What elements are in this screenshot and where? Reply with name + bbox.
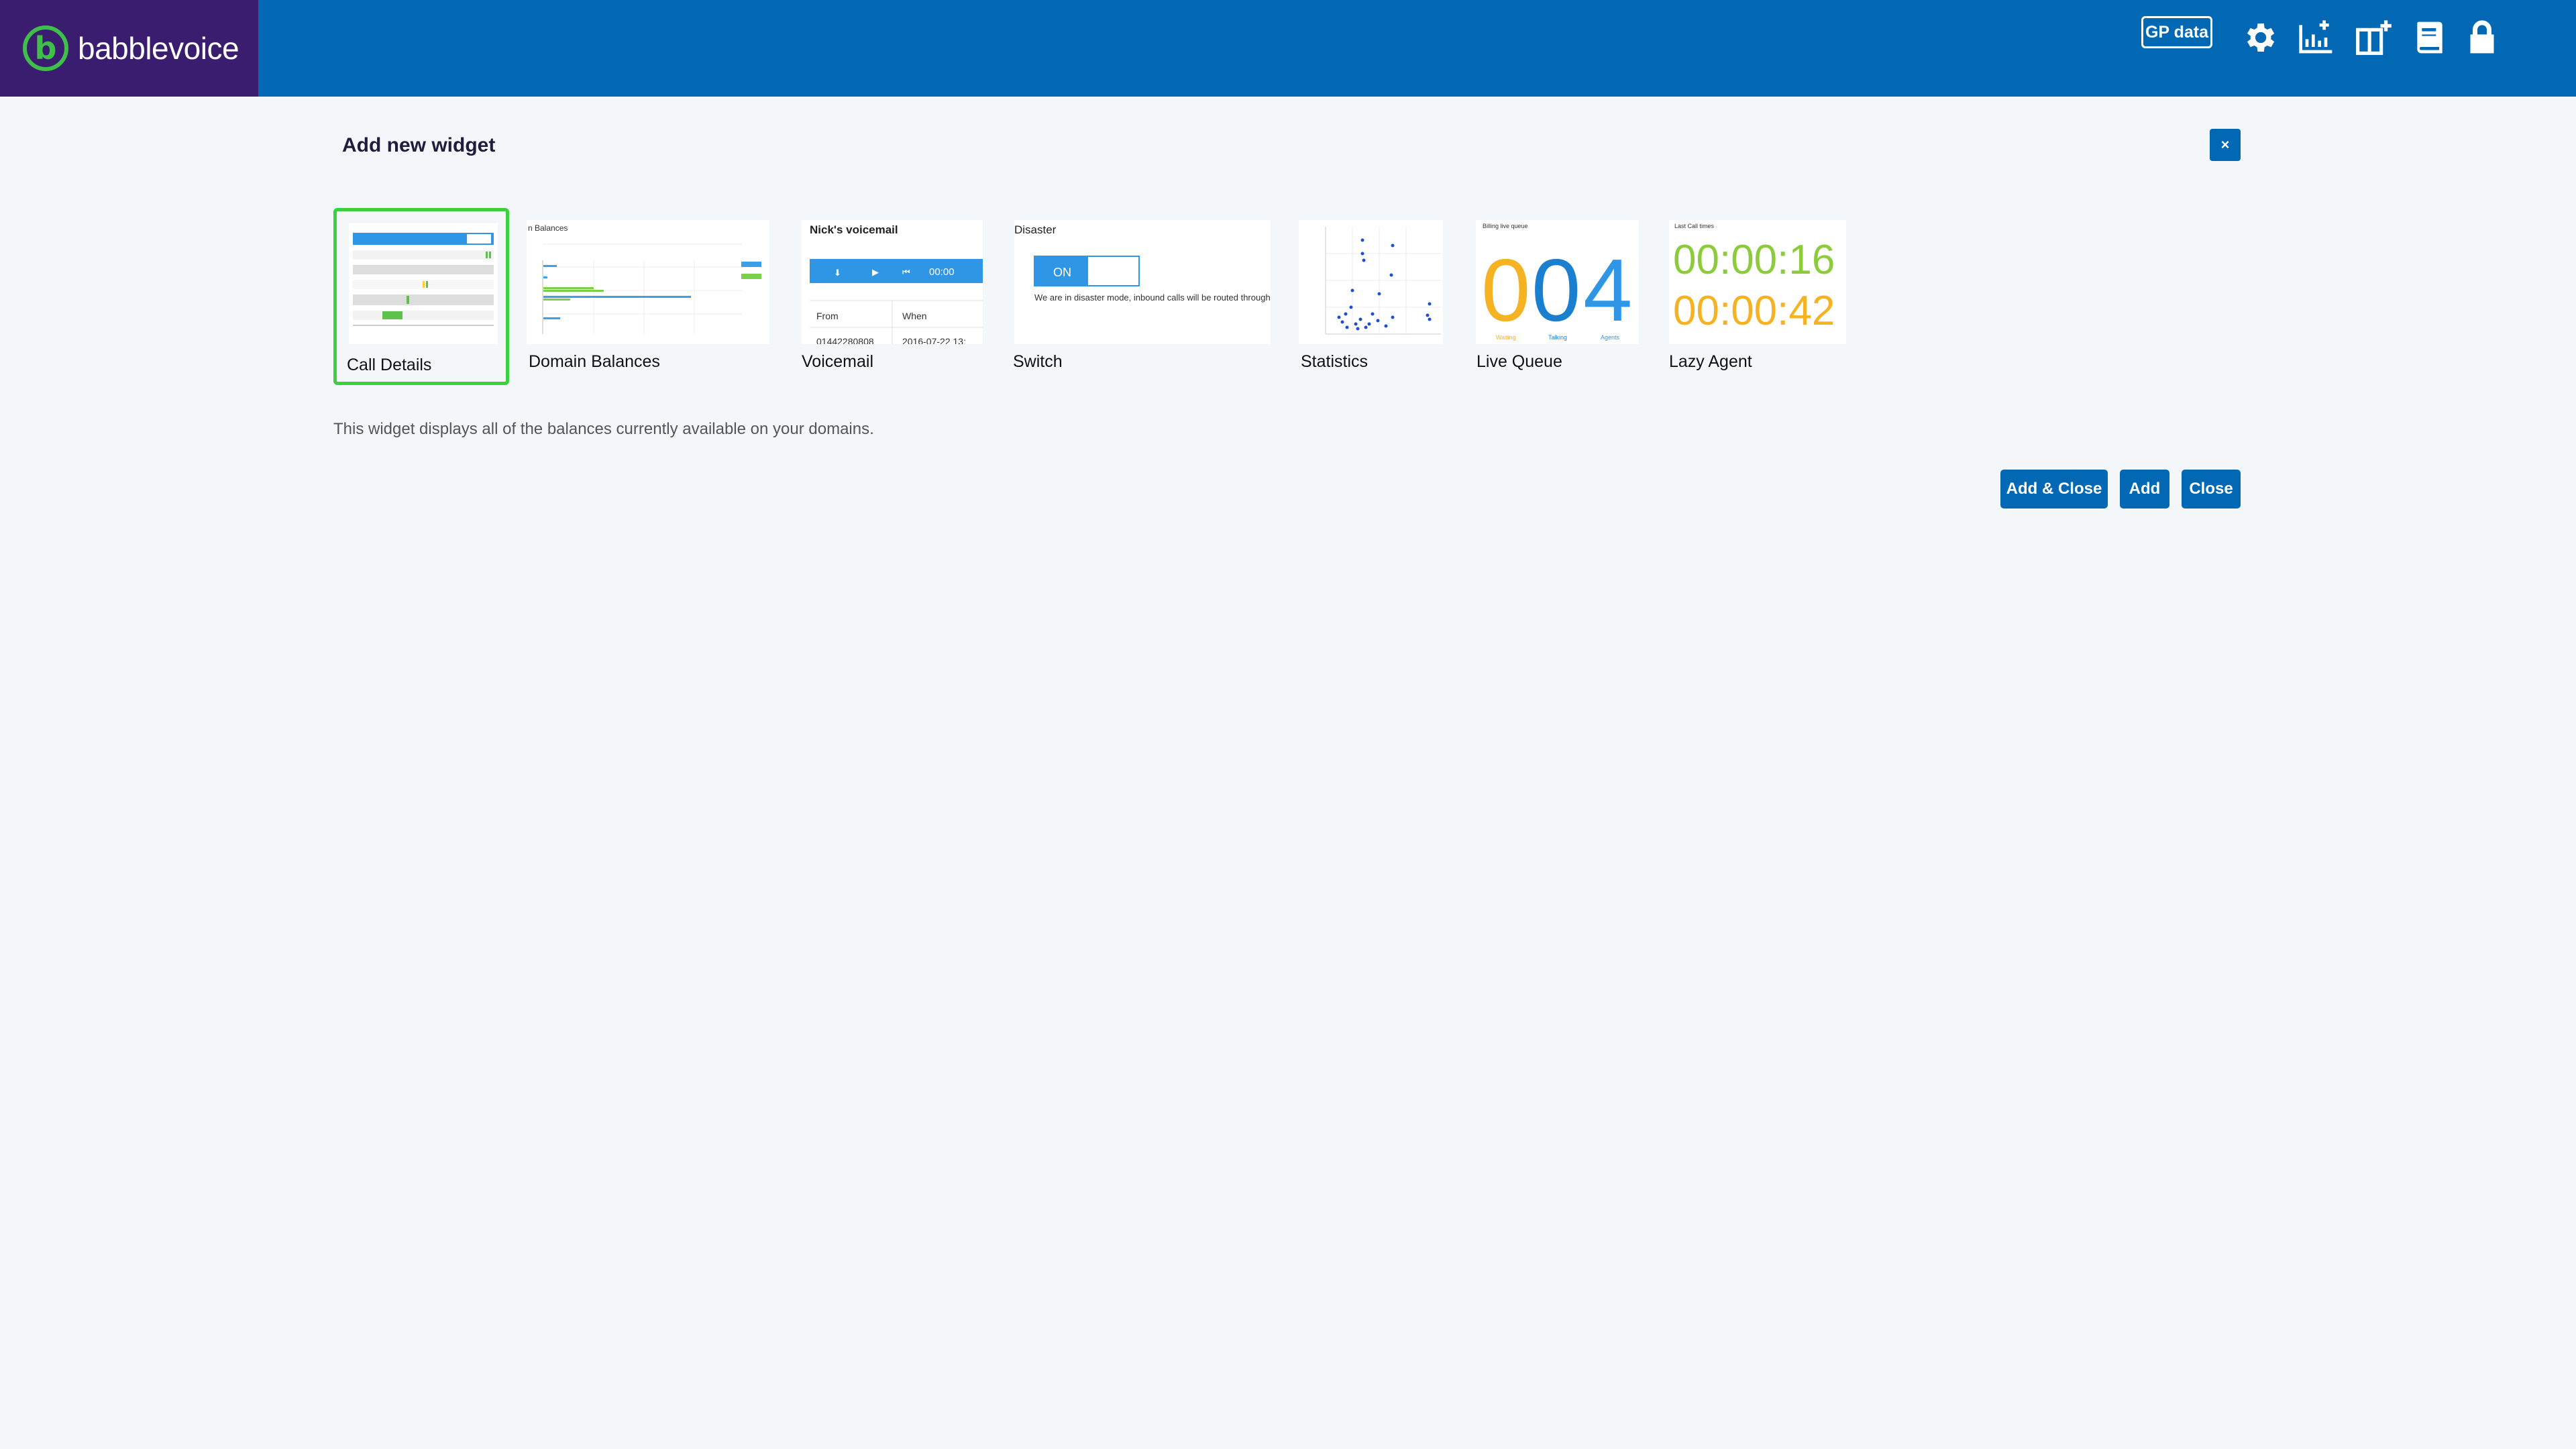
book-icon[interactable] (2411, 19, 2449, 56)
widget-label: Domain Balances (529, 352, 660, 371)
lazy-agent-thumbnail: Last Call times 00:00:16 00:00:42 (1669, 220, 1846, 344)
thumb-row-date: 2016-07-22 13: (902, 336, 966, 344)
thumb-title: n Balances (528, 223, 568, 233)
thumb-title: Nick's voicemail (810, 223, 898, 236)
toggle-label: ON (1053, 266, 1071, 279)
widget-description: This widget displays all of the balances… (333, 420, 874, 438)
widget-label: Voicemail (802, 352, 873, 371)
queue-sub-talking: Talking (1548, 334, 1567, 341)
widget-voicemail[interactable]: Nick's voicemail ⬇ ▶ ⏮ 00:00 From When 0… (798, 208, 983, 385)
brand-mark-icon: b (23, 25, 68, 71)
modal-close-button[interactable]: × (2210, 129, 2241, 161)
widget-label: Call Details (347, 356, 432, 374)
widget-label: Switch (1013, 352, 1063, 371)
thumb-col-when: When (902, 311, 927, 321)
thumb-title: Billing live queue (1483, 223, 1528, 229)
thumb-title: Last Call times (1674, 223, 1715, 229)
lazy-time-2: 00:00:42 (1673, 288, 1835, 334)
widget-switch[interactable]: Disaster ON We are in disaster mode, inb… (1012, 208, 1273, 385)
gear-icon[interactable] (2241, 19, 2278, 56)
widget-label: Lazy Agent (1669, 352, 1752, 371)
brand-logo[interactable]: b babblevoice (0, 0, 258, 97)
close-button[interactable]: Close (2182, 470, 2241, 508)
call-details-thumbnail (349, 223, 498, 344)
switch-message: We are in disaster mode, inbound calls w… (1034, 292, 1271, 303)
widget-call-details[interactable]: Call Details (333, 208, 509, 385)
lock-icon[interactable] (2463, 19, 2501, 56)
lazy-time-1: 00:00:16 (1673, 237, 1835, 283)
voicemail-thumbnail: Nick's voicemail ⬇ ▶ ⏮ 00:00 From When 0… (802, 220, 983, 344)
queue-digit-talking: 0 (1532, 241, 1580, 339)
gp-data-button[interactable]: GP data (2141, 16, 2212, 48)
queue-digit-agents: 4 (1583, 241, 1632, 339)
widget-label: Live Queue (1477, 352, 1562, 371)
svg-text:⬇: ⬇ (834, 268, 841, 278)
thumb-title: Disaster (1014, 223, 1057, 236)
widget-live-queue[interactable]: Billing live queue 0 0 4 Waiting Talking… (1474, 208, 1642, 385)
modal-title: Add new widget (342, 134, 496, 156)
add-button[interactable]: Add (2120, 470, 2169, 508)
widget-domain-balances[interactable]: n Balances Domain Balances (527, 208, 771, 385)
thumb-time: 00:00 (929, 266, 955, 278)
queue-sub-agents: Agents (1601, 334, 1620, 341)
thumb-row-number: 01442280808 (816, 336, 874, 344)
statistics-thumbnail (1299, 220, 1443, 344)
add-widget-icon[interactable] (2355, 19, 2392, 56)
widget-lazy-agent[interactable]: Last Call times 00:00:16 00:00:42 Lazy A… (1668, 208, 1849, 385)
queue-digit-waiting: 0 (1481, 241, 1530, 339)
queue-sub-waiting: Waiting (1496, 334, 1516, 341)
live-queue-thumbnail: Billing live queue 0 0 4 Waiting Talking… (1476, 220, 1639, 344)
svg-text:⏮: ⏮ (902, 268, 910, 278)
widget-statistics[interactable]: Statistics (1299, 208, 1446, 385)
add-chart-icon[interactable] (2298, 19, 2335, 56)
svg-text:▶: ▶ (872, 268, 879, 278)
switch-thumbnail: Disaster ON We are in disaster mode, inb… (1014, 220, 1271, 344)
add-and-close-button[interactable]: Add & Close (2000, 470, 2108, 508)
top-bar: b babblevoice GP data (0, 0, 2576, 97)
widget-label: Statistics (1301, 352, 1368, 371)
domain-balances-thumbnail: n Balances (527, 220, 769, 344)
thumb-col-from: From (816, 311, 839, 321)
brand-name: babblevoice (78, 31, 239, 66)
